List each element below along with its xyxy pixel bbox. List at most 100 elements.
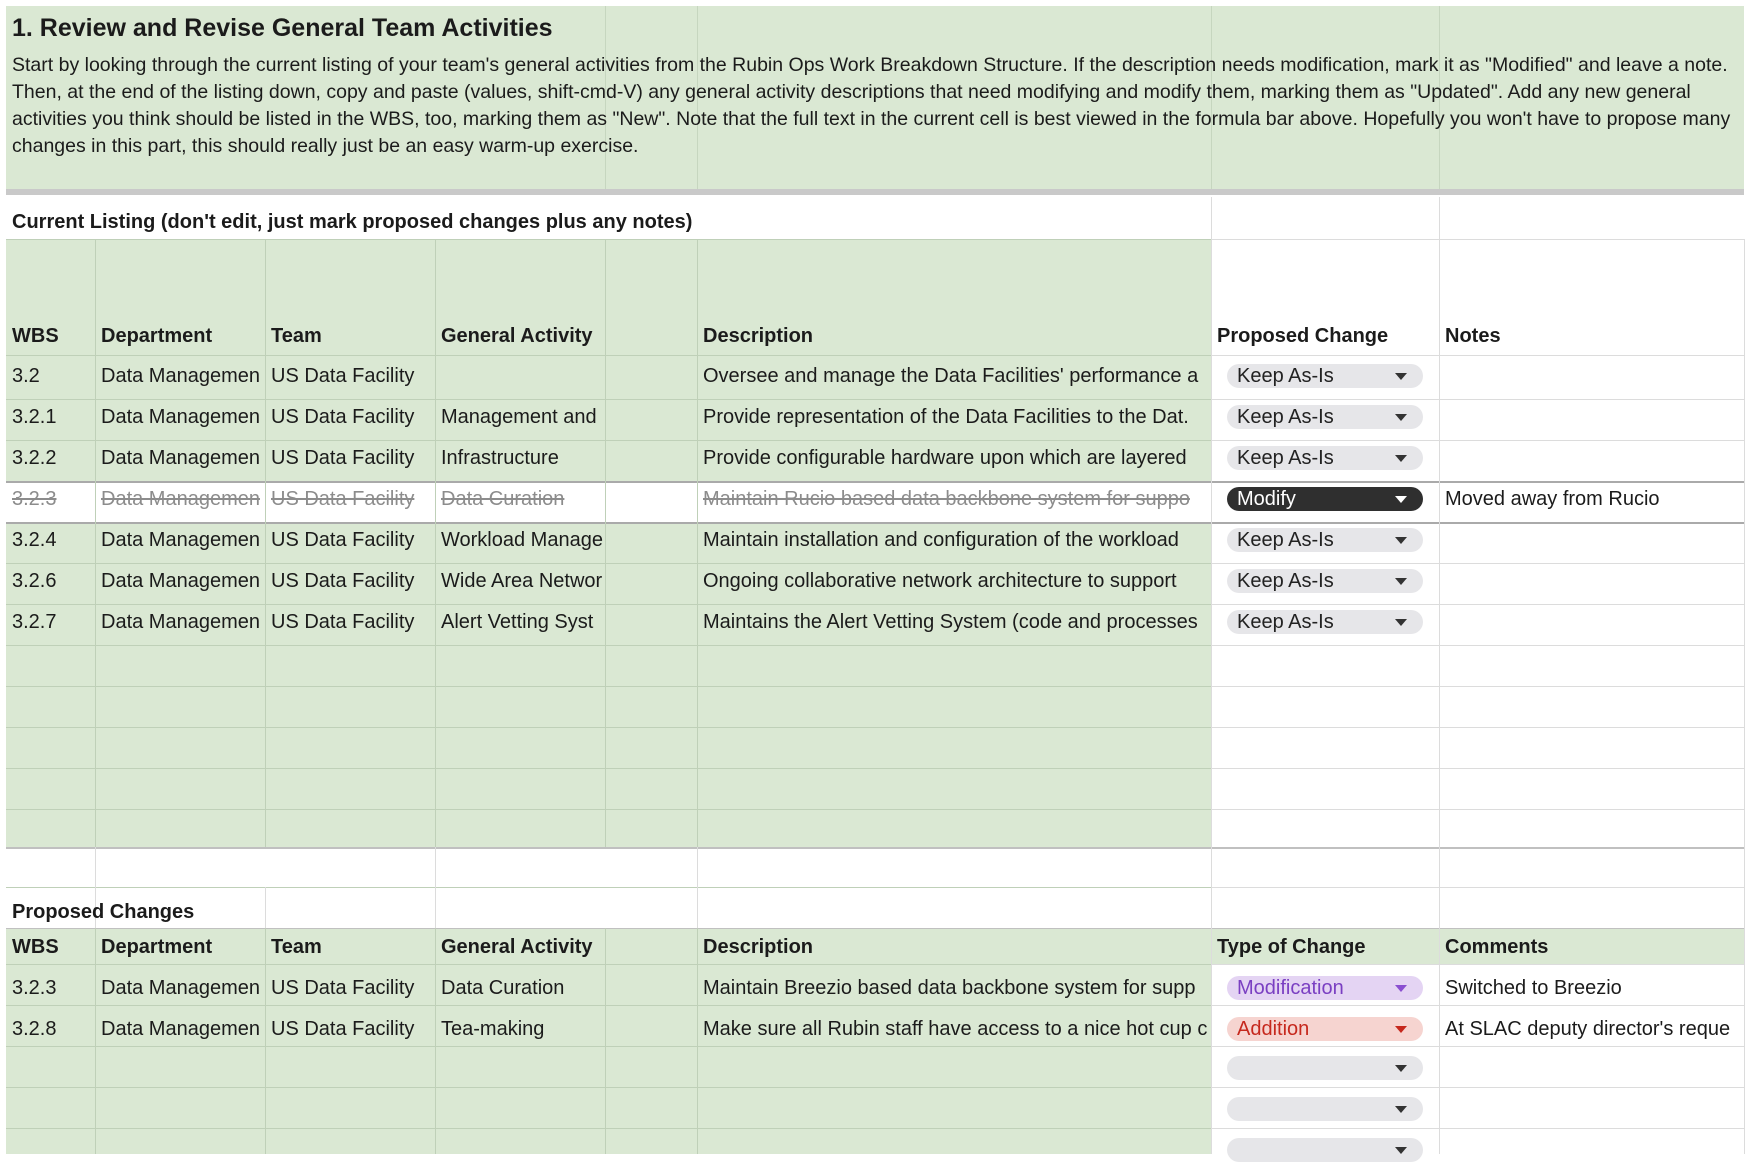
proposed-row-team: US Data Facility bbox=[271, 978, 415, 999]
row-wbs: 3.2.6 bbox=[12, 571, 57, 592]
row-description: Oversee and manage the Data Facilities' … bbox=[703, 366, 1199, 387]
current-listing-label: Current Listing (don't edit, just mark p… bbox=[12, 212, 693, 233]
row-wbs: 3.2.7 bbox=[12, 612, 57, 633]
row-notes bbox=[1445, 407, 1742, 429]
dropdown-value: Keep As-Is bbox=[1237, 570, 1334, 592]
proposed-change-dropdown[interactable]: Modify bbox=[1227, 487, 1423, 511]
grid-row-line bbox=[1211, 645, 1744, 646]
proposed-row-department: Data Managemen bbox=[101, 978, 260, 999]
grid-row-line bbox=[6, 1046, 1211, 1047]
grid-col-line bbox=[265, 928, 266, 1154]
grid-row-line bbox=[6, 847, 1744, 849]
proposed-header-department: Department bbox=[101, 937, 213, 958]
row-description: Provide representation of the Data Facil… bbox=[703, 407, 1189, 428]
dropdown-value: Keep As-Is bbox=[1237, 406, 1334, 428]
proposed-area bbox=[6, 928, 1211, 1154]
header-change: Proposed Change bbox=[1217, 326, 1389, 347]
grid-col-line bbox=[1744, 239, 1745, 1154]
row-description: Maintain Rucio based data backbone syste… bbox=[703, 489, 1190, 510]
grid-row-line bbox=[1211, 686, 1744, 687]
header-team: Team bbox=[271, 326, 322, 347]
row-activity: Alert Vetting Syst bbox=[441, 612, 594, 633]
chevron-down-icon bbox=[1395, 537, 1407, 544]
row-department: Data Managemen bbox=[101, 366, 260, 387]
proposed-row-activity: Data Curation bbox=[441, 978, 565, 999]
proposed-row-description: Make sure all Rubin staff have access to… bbox=[703, 1019, 1208, 1040]
row-department: Data Managemen bbox=[101, 571, 260, 592]
grid-col-line bbox=[697, 239, 698, 847]
chevron-down-icon bbox=[1395, 1065, 1407, 1072]
proposed-header-team: Team bbox=[271, 937, 322, 958]
grid-row-line bbox=[6, 768, 1211, 769]
grid-row-line bbox=[1211, 727, 1744, 728]
row-description: Maintain installation and configuration … bbox=[703, 530, 1179, 551]
row-department: Data Managemen bbox=[101, 612, 260, 633]
proposed-row-description: Maintain Breezio based data backbone sys… bbox=[703, 978, 1196, 999]
grid-row-line bbox=[1211, 239, 1744, 240]
grid-row-line bbox=[6, 645, 1211, 646]
row-department: Data Managemen bbox=[101, 448, 260, 469]
grid-col-line bbox=[697, 847, 698, 928]
type-of-change-dropdown-empty[interactable] bbox=[1227, 1056, 1423, 1080]
proposed-row-wbs: 3.2.3 bbox=[12, 978, 57, 999]
proposed-row-team: US Data Facility bbox=[271, 1019, 415, 1040]
header-department: Department bbox=[101, 326, 213, 347]
header-wbs: WBS bbox=[12, 326, 59, 347]
proposed-change-dropdown[interactable]: Keep As-Is bbox=[1227, 364, 1423, 388]
grid-row-line bbox=[6, 440, 1211, 441]
grid-row-line bbox=[1211, 563, 1744, 564]
grid-row-line bbox=[6, 928, 1744, 929]
row-team: US Data Facility bbox=[271, 530, 415, 551]
row-department: Data Managemen bbox=[101, 530, 260, 551]
row-activity: Management and bbox=[441, 407, 597, 428]
row-activity bbox=[441, 366, 603, 388]
dropdown-value: Keep As-Is bbox=[1237, 447, 1334, 469]
proposed-change-dropdown[interactable]: Keep As-Is bbox=[1227, 569, 1423, 593]
proposed-change-dropdown[interactable]: Keep As-Is bbox=[1227, 610, 1423, 634]
type-of-change-dropdown[interactable]: Addition bbox=[1227, 1017, 1423, 1041]
grid-row-line bbox=[6, 355, 1211, 356]
row-description: Provide configurable hardware upon which… bbox=[703, 448, 1187, 469]
row-notes: Moved away from Rucio bbox=[1445, 489, 1660, 510]
grid-row-line bbox=[6, 563, 1211, 564]
grid-row-line bbox=[6, 239, 1211, 240]
header-description: Description bbox=[703, 326, 814, 347]
grid-col-line bbox=[605, 239, 606, 847]
row-team: US Data Facility bbox=[271, 407, 415, 428]
type-of-change-dropdown-empty[interactable] bbox=[1227, 1138, 1423, 1162]
grid-col-line bbox=[605, 928, 606, 1154]
proposed-change-dropdown[interactable]: Keep As-Is bbox=[1227, 528, 1423, 552]
spreadsheet: 1. Review and Revise General Team Activi… bbox=[0, 0, 1750, 1162]
row-team: US Data Facility bbox=[271, 448, 415, 469]
grid-col-line bbox=[1439, 197, 1440, 1154]
grid-row-line bbox=[6, 1005, 1211, 1006]
type-of-change-dropdown-empty[interactable] bbox=[1227, 1097, 1423, 1121]
chevron-down-icon bbox=[1395, 496, 1407, 503]
proposed-change-dropdown[interactable]: Keep As-Is bbox=[1227, 405, 1423, 429]
row-notes bbox=[1445, 612, 1742, 634]
grid-row-line bbox=[6, 481, 1744, 483]
type-of-change-dropdown[interactable]: Modification bbox=[1227, 976, 1423, 1000]
row-notes bbox=[1445, 530, 1742, 552]
proposed-row-department: Data Managemen bbox=[101, 1019, 260, 1040]
row-activity: Workload Manage bbox=[441, 530, 603, 551]
chevron-down-icon bbox=[1395, 985, 1407, 992]
proposed-row-activity: Tea-making bbox=[441, 1019, 545, 1040]
grid-col-line bbox=[435, 239, 436, 847]
grid-row-line bbox=[1211, 1046, 1744, 1047]
grid-row-line bbox=[1211, 1128, 1744, 1129]
row-activity: Data Curation bbox=[441, 489, 565, 510]
grid-col-line bbox=[697, 928, 698, 1154]
section-title: 1. Review and Revise General Team Activi… bbox=[12, 14, 553, 42]
row-wbs: 3.2 bbox=[12, 366, 40, 387]
row-notes bbox=[1445, 448, 1742, 470]
instructions-text: Start by looking through the current lis… bbox=[12, 54, 1731, 157]
proposed-header-activity: General Activity bbox=[441, 937, 593, 958]
dropdown-value: Keep As-Is bbox=[1237, 529, 1334, 551]
proposed-change-dropdown[interactable]: Keep As-Is bbox=[1227, 446, 1423, 470]
grid-row-line bbox=[1211, 355, 1744, 356]
section-divider bbox=[6, 189, 1744, 195]
grid-row-line bbox=[1211, 768, 1744, 769]
row-description: Ongoing collaborative network architectu… bbox=[703, 571, 1177, 592]
grid-row-line bbox=[6, 686, 1211, 687]
